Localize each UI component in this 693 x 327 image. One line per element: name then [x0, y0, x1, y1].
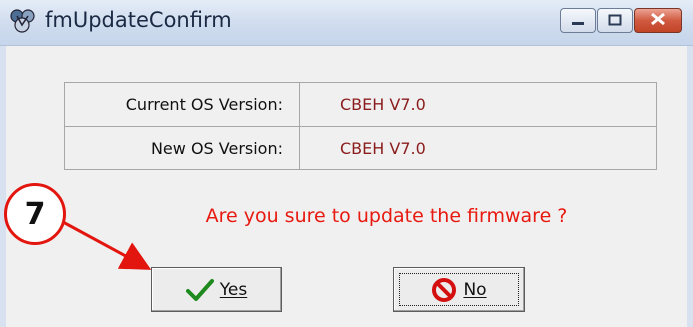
current-os-version-value: CBEH V7.0 — [299, 83, 656, 126]
window-border-right — [687, 46, 693, 327]
maximize-icon — [608, 11, 622, 30]
step-number-badge: 7 — [4, 183, 66, 245]
window-title: fmUpdateConfirm — [45, 8, 232, 32]
new-os-version-label: New OS Version: — [65, 126, 299, 169]
current-os-version-label: Current OS Version: — [125, 95, 283, 114]
maximize-button[interactable] — [597, 8, 633, 33]
app-logo-icon — [8, 6, 38, 36]
checkmark-icon — [185, 278, 214, 302]
title-bar[interactable]: fmUpdateConfirm — [0, 0, 693, 46]
yes-button-label: Yes — [219, 279, 248, 300]
close-button[interactable] — [634, 8, 682, 33]
window-border-left — [0, 46, 6, 327]
no-button[interactable]: No — [393, 267, 525, 312]
minimize-button[interactable] — [560, 8, 596, 33]
new-os-version-value: CBEH V7.0 — [299, 126, 656, 169]
version-table: Current OS Version: CBEH V7.0 New OS Ver… — [64, 82, 657, 170]
yes-button[interactable]: Yes — [151, 267, 282, 312]
focus-rectangle — [399, 273, 519, 306]
confirmation-question: Are you sure to update the firmware ? — [205, 205, 568, 227]
close-icon — [650, 11, 666, 30]
dialog-window: fmUpdateConfirm Current OS Version: CBEH… — [0, 0, 693, 327]
minimize-icon — [571, 11, 585, 30]
